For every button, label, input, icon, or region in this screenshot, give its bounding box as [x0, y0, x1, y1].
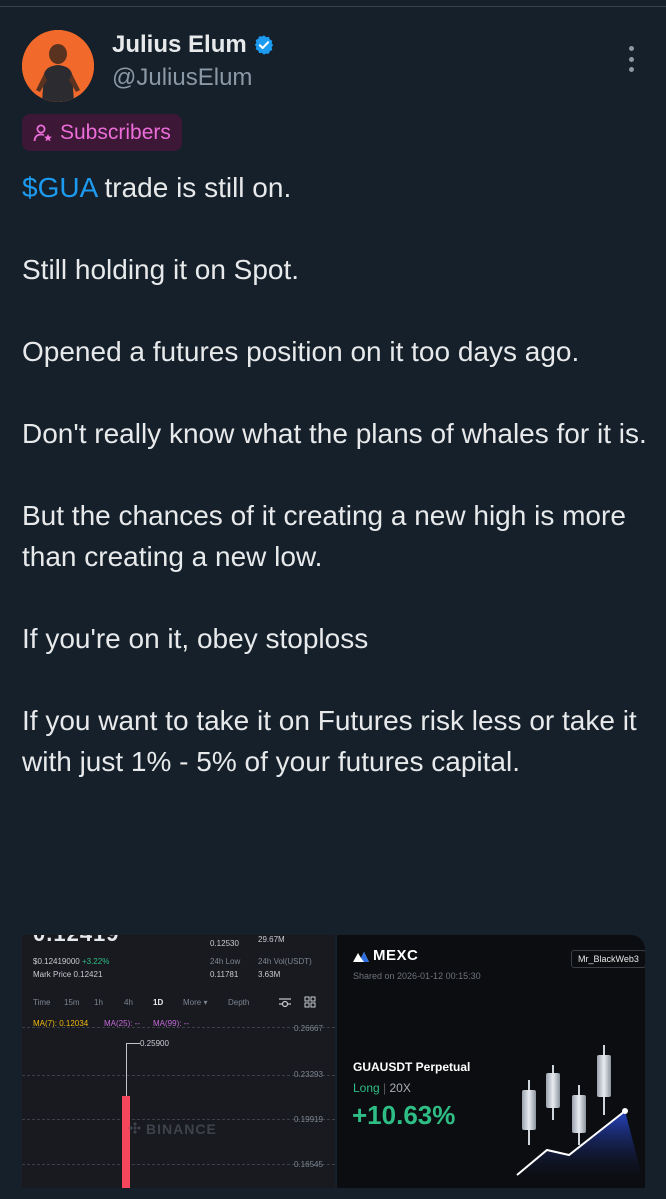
- more-options-icon[interactable]: [620, 44, 642, 74]
- binance-watermark: BINANCE: [146, 1121, 217, 1137]
- tweet-paragraph-text: trade is still on.: [96, 172, 292, 203]
- peak-marker-line: [126, 1043, 140, 1044]
- author-name[interactable]: Julius Elum: [112, 31, 247, 59]
- top-divider: [0, 6, 666, 7]
- tf-15m[interactable]: 15m: [64, 998, 80, 1007]
- trading-pair: GUAUSDT Perpetual: [353, 1060, 471, 1074]
- tweet-paragraph: If you're on it, obey stoploss: [22, 623, 369, 654]
- tf-more[interactable]: More ▾: [183, 998, 207, 1007]
- mexc-username: Mr_BlackWeb3: [571, 950, 645, 968]
- price-change: +3.22%: [81, 957, 110, 966]
- media-image-binance-chart[interactable]: 0.12419 0.12530 29.67M $0.12419000 +3.22…: [22, 935, 335, 1188]
- badge-label: Subscribers: [60, 120, 171, 144]
- mexc-logo: MEXC: [353, 947, 418, 964]
- vol-top: 29.67M: [258, 935, 285, 944]
- tweet-paragraph: $GUA trade is still on.: [22, 167, 652, 208]
- grid-line: [22, 1075, 335, 1076]
- y-tick: 0.19919: [294, 1115, 323, 1124]
- usd-price: $0.12419000 +3.22%: [33, 957, 110, 966]
- tf-4h[interactable]: 4h: [124, 998, 133, 1007]
- position-side: Long | 20X: [353, 1081, 411, 1095]
- avatar-person-icon: [22, 30, 94, 102]
- y-tick: 0.23293: [294, 1070, 323, 1079]
- grid-line: [22, 1119, 335, 1120]
- candle-wick: [126, 1043, 127, 1103]
- tweet-paragraph: Still holding it on Spot.: [22, 254, 300, 285]
- peak-label: 0.25900: [140, 1039, 169, 1048]
- indicator-settings-icon[interactable]: [278, 996, 292, 1008]
- tf-1h[interactable]: 1h: [94, 998, 103, 1007]
- tweet-paragraph: Opened a futures position on it too days…: [22, 336, 580, 367]
- high-value: 0.12530: [210, 939, 239, 948]
- y-tick: 0.16545: [294, 1160, 323, 1169]
- grid-layout-icon[interactable]: [304, 996, 316, 1008]
- media-image-mexc-card[interactable]: MEXC Shared on 2026-01-12 00:15:30 Mr_Bl…: [337, 935, 645, 1188]
- author-handle[interactable]: @JuliusElum: [112, 64, 252, 92]
- tf-1d[interactable]: 1D: [153, 998, 163, 1007]
- cashtag-link[interactable]: $GUA: [22, 172, 97, 203]
- tf-depth[interactable]: Depth: [228, 998, 249, 1007]
- tweet-paragraph: But the chances of it creating a new hig…: [22, 500, 626, 572]
- pnl-percent: +10.63%: [352, 1100, 456, 1130]
- tweet-text: $GUA trade is still on. Still holding it…: [22, 167, 652, 782]
- tweet-paragraph: Don't really know what the plans of whal…: [22, 418, 647, 449]
- avatar[interactable]: [22, 30, 94, 102]
- y-tick: 0.26667: [294, 1024, 323, 1033]
- vol-label: 24h Vol(USDT): [258, 957, 312, 966]
- big-price: 0.12419: [33, 935, 120, 947]
- low-value: 0.11781: [210, 970, 239, 979]
- grid-line: [22, 1164, 335, 1165]
- mexc-brand: MEXC: [373, 947, 419, 964]
- mark-price: Mark Price 0.12421: [33, 970, 103, 979]
- candlestick-graphic: [516, 1045, 645, 1188]
- low-label: 24h Low: [210, 957, 241, 966]
- person-star-icon: [33, 124, 52, 141]
- candle-body: [122, 1096, 130, 1188]
- tweet-paragraph: If you want to take it on Futures risk l…: [22, 705, 637, 777]
- binance-logo-icon: [129, 1122, 141, 1134]
- mexc-mountain-icon: [353, 951, 369, 962]
- grid-line: [22, 1027, 335, 1028]
- subscribers-badge[interactable]: Subscribers: [22, 114, 182, 151]
- verified-badge-icon: [254, 35, 273, 55]
- tf-time[interactable]: Time: [33, 998, 50, 1007]
- vol-value: 3.63M: [258, 970, 281, 979]
- author-name-row[interactable]: Julius Elum: [112, 31, 275, 59]
- shared-timestamp: Shared on 2026-01-12 00:15:30: [353, 971, 481, 981]
